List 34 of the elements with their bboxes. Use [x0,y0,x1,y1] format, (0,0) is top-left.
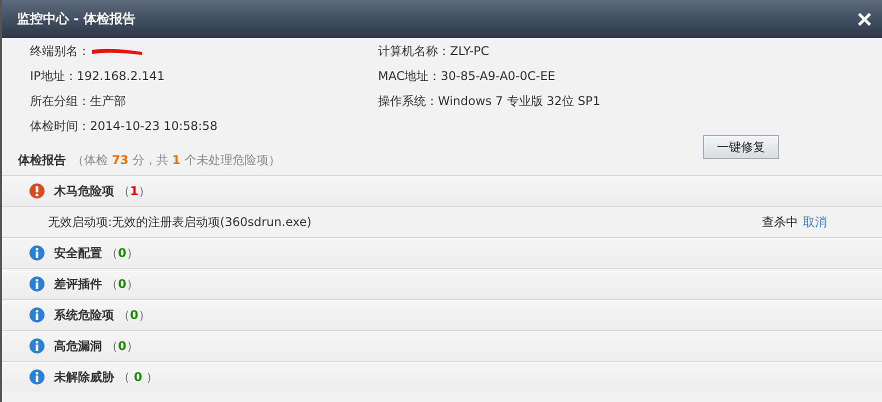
field-label: 计算机名称： [378,42,450,60]
field-value: 生产部 [90,92,126,110]
category-count: （0） [106,244,138,262]
close-button[interactable]: × [852,6,876,32]
item-text: 无效启动项:无效的注册表启动项(360sdrun.exe) [48,214,312,230]
category-name: 高危漏洞 [54,338,102,354]
report-summary: （体检 73 分，共 1 个未处理危险项） [72,152,280,168]
window-title: 监控中心 - 体检报告 [17,10,136,28]
field-label: IP地址： [30,68,77,84]
category-count: （1） [118,182,150,200]
category-name: 系统危险项 [54,306,114,324]
field-label: MAC地址： [378,68,441,84]
field-label: 体检时间： [30,118,90,134]
category-name: 差评插件 [54,276,102,292]
field-value: ZLY-PC [450,44,490,58]
category-count: （0） [106,276,138,292]
report-title: 体检报告 [18,152,66,168]
category-count: （0） [118,306,150,324]
category-name: 木马危险项 [54,182,114,200]
fix-button[interactable]: 一键修复 [703,135,779,159]
field-value: 192.168.2.141 [76,69,165,83]
field-value: Windows 7 专业版 32位 SP1 [438,92,600,110]
field-label: 所在分组： [30,92,90,110]
field-value: 2014-10-23 10:58:58 [90,119,218,133]
item-status: 查杀中 [762,214,798,230]
category-name: 未解除威胁 [54,368,114,386]
category-count: （ 0 ） [118,368,158,386]
field-label: 操作系统： [378,92,438,110]
redaction-mark [90,46,144,56]
field-label: 终端别名： [30,42,90,60]
cancel-link[interactable]: 取消 [803,214,827,230]
category-name: 安全配置 [54,244,102,262]
field-value: 30-85-A9-A0-0C-EE [440,69,556,83]
category-count: （0） [106,338,138,354]
